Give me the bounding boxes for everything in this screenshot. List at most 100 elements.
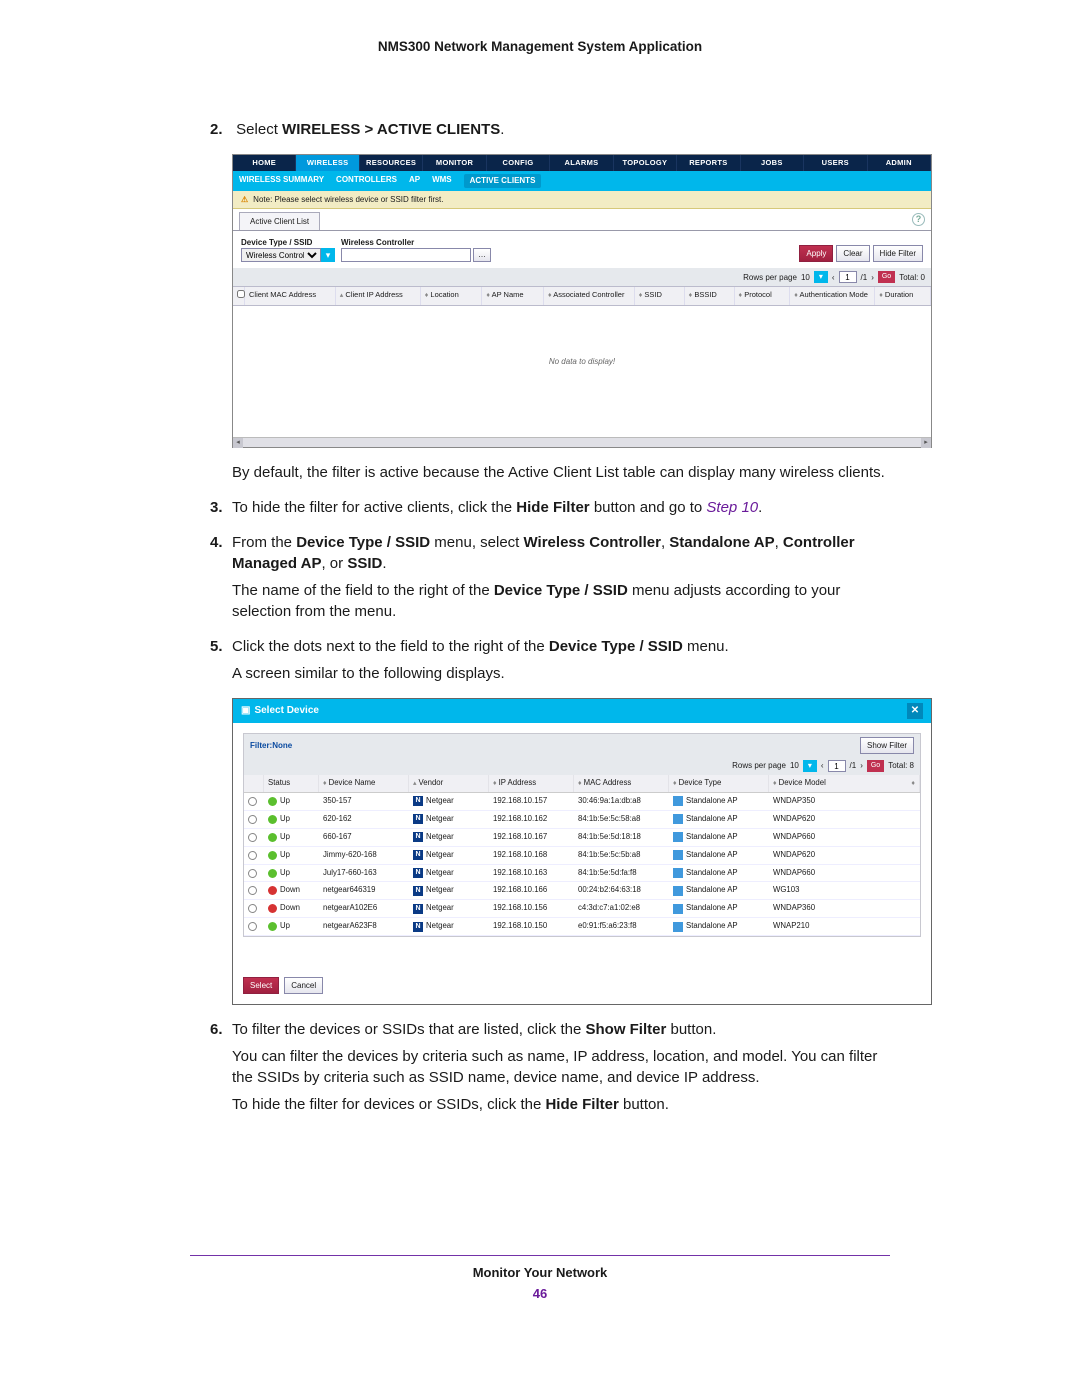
clear-button[interactable]: Clear xyxy=(836,245,869,262)
select-all-checkbox[interactable] xyxy=(237,290,245,298)
subnav-summary[interactable]: WIRELESS SUMMARY xyxy=(239,174,324,187)
device-type-icon xyxy=(673,904,683,914)
go-button[interactable]: Go xyxy=(867,760,884,772)
screenshot-active-clients: HOME WIRELESS RESOURCES MONITOR CONFIG A… xyxy=(232,154,932,448)
radio-button[interactable] xyxy=(248,833,257,842)
prev-icon[interactable]: ‹ xyxy=(821,760,824,771)
ip-address: 192.168.10.163 xyxy=(489,865,574,882)
nav-wireless[interactable]: WIRELESS xyxy=(296,155,359,172)
nav-users[interactable]: USERS xyxy=(804,155,867,172)
vendor-icon: N xyxy=(413,814,423,824)
ip-address: 192.168.10.157 xyxy=(489,793,574,810)
device-type-text: Standalone AP xyxy=(686,832,738,843)
wc-input[interactable] xyxy=(341,248,471,262)
device-type-icon xyxy=(673,886,683,896)
vendor-text: Netgear xyxy=(426,796,454,807)
radio-button[interactable] xyxy=(248,869,257,878)
table-row[interactable]: Up620-162NNetgear192.168.10.16284:1b:5e:… xyxy=(244,811,920,829)
select-button[interactable]: Select xyxy=(243,977,279,994)
subnav-controllers[interactable]: CONTROLLERS xyxy=(336,174,397,187)
step-number: 2. xyxy=(210,119,232,140)
footer-page: 46 xyxy=(190,1285,890,1303)
prev-icon[interactable]: ‹ xyxy=(832,272,835,283)
page-input[interactable] xyxy=(828,760,846,772)
step-2-after: By default, the filter is active because… xyxy=(232,462,890,483)
vendor-text: Netgear xyxy=(426,832,454,843)
vendor-text: Netgear xyxy=(426,921,454,932)
table-row[interactable]: Up660-167NNetgear192.168.10.16784:1b:5e:… xyxy=(244,829,920,847)
nav-home[interactable]: HOME xyxy=(233,155,296,172)
ip-address: 192.168.10.168 xyxy=(489,847,574,864)
vendor-text: Netgear xyxy=(426,814,454,825)
warning-icon: ⚠ xyxy=(241,194,248,205)
filter-none-link[interactable]: Filter:None xyxy=(250,740,292,751)
main-nav: HOME WIRELESS RESOURCES MONITOR CONFIG A… xyxy=(233,155,931,172)
table-row[interactable]: UpJuly17-660-163NNetgear192.168.10.16384… xyxy=(244,865,920,883)
subnav-active-clients[interactable]: ACTIVE CLIENTS xyxy=(464,174,542,187)
show-filter-button[interactable]: Show Filter xyxy=(860,737,914,754)
table-row[interactable]: UpnetgearA623F8NNetgear192.168.10.150e0:… xyxy=(244,918,920,936)
step-text: Select xyxy=(236,121,282,138)
page-input[interactable] xyxy=(839,271,857,283)
radio-button[interactable] xyxy=(248,797,257,806)
vendor-icon: N xyxy=(413,886,423,896)
chevron-down-icon[interactable]: ▾ xyxy=(321,248,335,262)
scrollbar[interactable]: ◂▸ xyxy=(233,437,931,447)
nav-jobs[interactable]: JOBS xyxy=(741,155,804,172)
nav-admin[interactable]: ADMIN xyxy=(868,155,931,172)
nav-reports[interactable]: REPORTS xyxy=(677,155,740,172)
subnav-wms[interactable]: WMS xyxy=(432,174,452,187)
radio-button[interactable] xyxy=(248,851,257,860)
radio-button[interactable] xyxy=(248,886,257,895)
device-type-icon xyxy=(673,814,683,824)
device-type-select[interactable]: Wireless Controller xyxy=(241,248,321,262)
status-icon xyxy=(268,904,277,913)
mac-address: 84:1b:5e:5c:5b:a8 xyxy=(574,847,669,864)
ip-address: 192.168.10.162 xyxy=(489,811,574,828)
nav-resources[interactable]: RESOURCES xyxy=(360,155,423,172)
device-name: Jimmy-620-168 xyxy=(319,847,409,864)
device-name: netgearA623F8 xyxy=(319,918,409,935)
dots-button[interactable]: … xyxy=(473,248,491,262)
apply-button[interactable]: Apply xyxy=(799,245,833,262)
tab-active-client-list[interactable]: Active Client List xyxy=(239,212,320,230)
device-model: WNDAP350 xyxy=(769,793,920,810)
next-icon[interactable]: › xyxy=(871,272,874,283)
ip-address: 192.168.10.166 xyxy=(489,882,574,899)
close-icon[interactable]: ✕ xyxy=(907,703,923,719)
table-row[interactable]: UpJimmy-620-168NNetgear192.168.10.16884:… xyxy=(244,847,920,865)
footer-divider xyxy=(190,1255,890,1256)
dialog-columns: Status ♦Device Name ▴Vendor ♦IP Address … xyxy=(244,775,920,793)
table-row[interactable]: Downnetgear646319NNetgear192.168.10.1660… xyxy=(244,882,920,900)
next-icon[interactable]: › xyxy=(860,760,863,771)
help-icon[interactable]: ? xyxy=(912,213,925,226)
pager: Rows per page 10 ▾ ‹ /1 › Go Total: 0 xyxy=(233,268,931,286)
table-row[interactable]: DownnetgearA102E6NNetgear192.168.10.156c… xyxy=(244,900,920,918)
nav-topology[interactable]: TOPOLOGY xyxy=(614,155,677,172)
cancel-button[interactable]: Cancel xyxy=(284,977,323,994)
nav-monitor[interactable]: MONITOR xyxy=(423,155,486,172)
go-button[interactable]: Go xyxy=(878,271,895,283)
vendor-icon: N xyxy=(413,850,423,860)
vendor-text: Netgear xyxy=(426,850,454,861)
status-text: Up xyxy=(280,796,290,807)
device-model: WNAP210 xyxy=(769,918,920,935)
vendor-icon: N xyxy=(413,922,423,932)
step-link[interactable]: Step 10 xyxy=(706,499,758,516)
chevron-down-icon[interactable]: ▾ xyxy=(803,760,817,772)
radio-button[interactable] xyxy=(248,922,257,931)
device-model: WNDAP620 xyxy=(769,847,920,864)
radio-button[interactable] xyxy=(248,815,257,824)
table-row[interactable]: Up350-157NNetgear192.168.10.15730:46:9a:… xyxy=(244,793,920,811)
radio-button[interactable] xyxy=(248,904,257,913)
wc-label: Wireless Controller xyxy=(341,237,491,248)
status-icon xyxy=(268,797,277,806)
hide-filter-button[interactable]: Hide Filter xyxy=(873,245,923,262)
chevron-down-icon[interactable]: ▾ xyxy=(814,271,828,283)
device-type-text: Standalone AP xyxy=(686,903,738,914)
vendor-icon: N xyxy=(413,796,423,806)
nav-config[interactable]: CONFIG xyxy=(487,155,550,172)
nav-alarms[interactable]: ALARMS xyxy=(550,155,613,172)
device-name: 660-167 xyxy=(319,829,409,846)
subnav-ap[interactable]: AP xyxy=(409,174,420,187)
